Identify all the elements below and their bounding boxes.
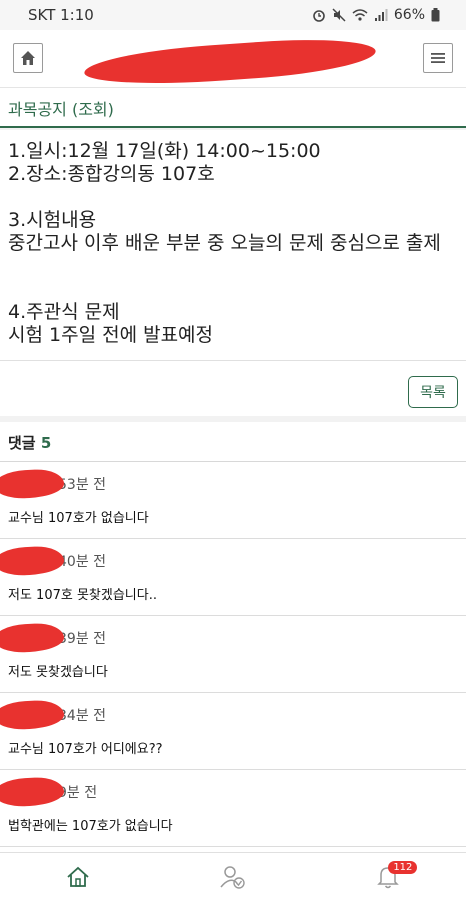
comment-text: 저도 못찾겠습니다: [8, 665, 108, 680]
signal-icon: [374, 9, 388, 21]
alarm-icon: [313, 10, 325, 22]
battery-icon: [431, 8, 440, 22]
redacted-author: [0, 545, 65, 577]
comments-label: 댓글: [8, 434, 36, 452]
wifi-icon: [352, 9, 368, 21]
comment-time: 40분 전: [58, 554, 107, 570]
notice-content: 1.일시:12월 17일(화) 14:00~15:00 2.장소:종합강의동 1…: [0, 130, 466, 360]
bottom-nav: 112: [0, 852, 466, 900]
home-button[interactable]: [13, 43, 43, 73]
carrier-time: SKT 1:10: [28, 6, 94, 24]
comment-text: 저도 107호 못찾겠습니다..: [8, 588, 157, 603]
nav-profile[interactable]: [203, 857, 263, 897]
comment-item: 53분 전 교수님 107호가 없습니다: [0, 462, 466, 539]
notification-badge: 112: [388, 860, 418, 874]
user-check-icon: [220, 865, 245, 889]
status-icons: 66%: [312, 7, 440, 23]
section-title: 과목공지 (조회): [0, 88, 466, 128]
comment-time: 53분 전: [58, 477, 107, 493]
notice-body: 1.일시:12월 17일(화) 14:00~15:00 2.장소:종합강의동 1…: [8, 140, 441, 346]
home-icon: [21, 51, 35, 65]
comment-time: 34분 전: [58, 708, 107, 724]
menu-button[interactable]: [423, 43, 453, 73]
menu-icon: [431, 53, 445, 63]
mute-icon: [332, 8, 346, 22]
comment-item: 34분 전 교수님 107호가 어디에요??: [0, 693, 466, 770]
list-button[interactable]: 목록: [408, 376, 458, 408]
comments-count: 5: [40, 434, 52, 452]
comment-text: 교수님 107호가 없습니다: [8, 511, 149, 526]
nav-notifications[interactable]: 112: [358, 857, 418, 897]
top-header: [0, 30, 466, 91]
comment-text: 법학관에는 107호가 없습니다: [8, 819, 173, 834]
comment-item: 40분 전 저도 107호 못찾겠습니다..: [0, 539, 466, 616]
redacted-app-title: [83, 33, 377, 91]
redacted-author: [0, 776, 65, 808]
comments-header: 댓글 5: [0, 422, 466, 462]
comments-section: 댓글 5 53분 전 교수님 107호가 없습니다 40분 전 저도 107호 …: [0, 422, 466, 852]
comment-text: 교수님 107호가 어디에요??: [8, 742, 163, 757]
home-icon: [67, 866, 89, 887]
comment-time: 39분 전: [58, 631, 107, 647]
redacted-author: [0, 468, 65, 500]
nav-home[interactable]: [48, 857, 108, 897]
redacted-author: [0, 622, 65, 654]
list-area: 목록: [0, 360, 466, 416]
comment-item: 39분 전 저도 못찾겠습니다: [0, 616, 466, 693]
status-bar: SKT 1:10 66%: [0, 0, 466, 30]
redacted-author: [0, 699, 65, 731]
comment-item: 9분 전 법학관에는 107호가 없습니다: [0, 770, 466, 847]
battery-percent: 66%: [393, 7, 425, 23]
